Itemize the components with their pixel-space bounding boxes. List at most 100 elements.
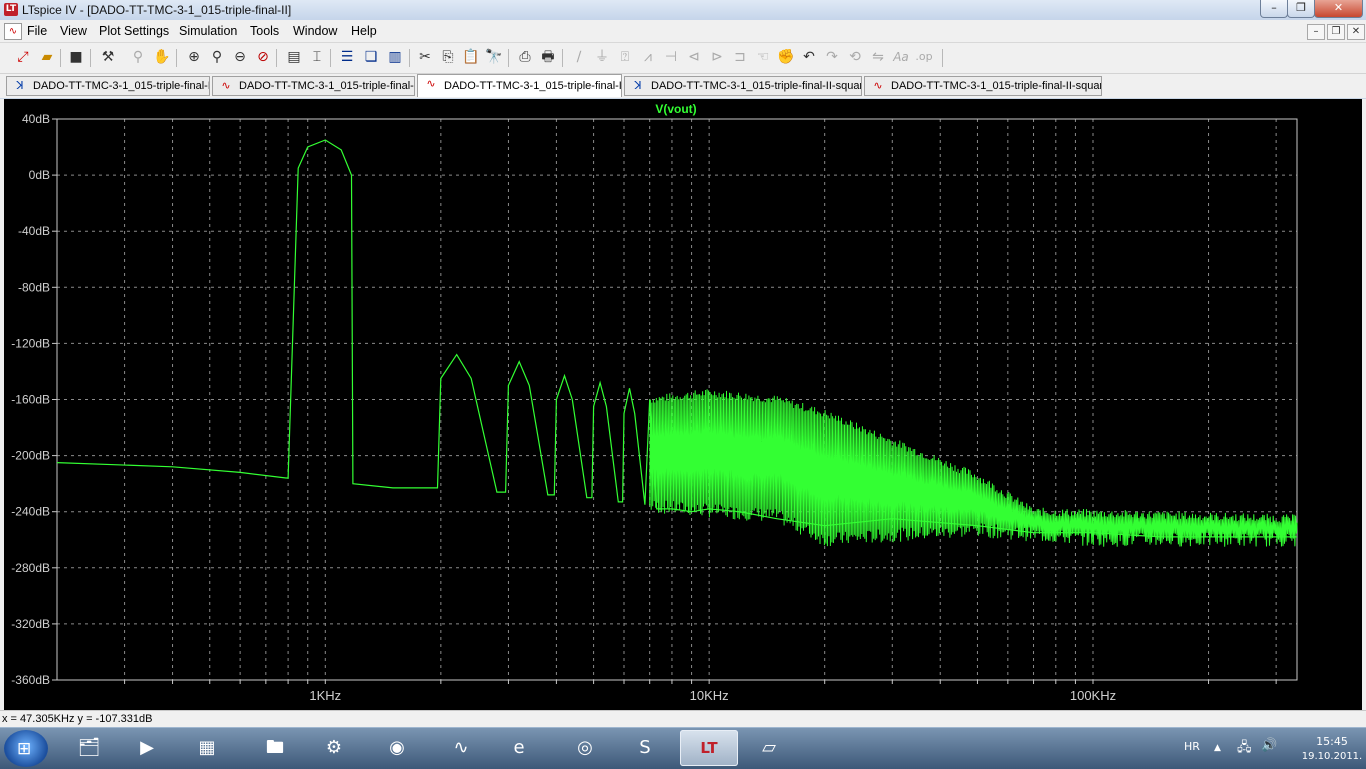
menu-view[interactable]: View bbox=[60, 24, 87, 38]
antivirus-icon[interactable]: ◉ bbox=[368, 730, 426, 766]
tab-schematic-1[interactable]: ꓘ DADO-TT-TMC-3-1_015-triple-final-II bbox=[6, 76, 210, 96]
oscilloscope-icon[interactable]: ∿ bbox=[432, 730, 490, 766]
redo-icon[interactable]: ↷ bbox=[822, 47, 842, 67]
autorange-icon[interactable]: ▤ bbox=[284, 47, 304, 67]
notes-icon[interactable]: ▱ bbox=[740, 730, 798, 766]
print-setup-icon[interactable]: ⎙ bbox=[515, 47, 535, 67]
ground-icon[interactable]: ⏚ bbox=[592, 47, 612, 67]
y-tick-label: -320dB bbox=[11, 617, 50, 631]
zoom-out-icon[interactable]: ⊖ bbox=[230, 47, 250, 67]
menu-file[interactable]: File bbox=[27, 24, 47, 38]
y-tick-label: -40dB bbox=[18, 224, 50, 238]
menu-plot-settings[interactable]: Plot Settings bbox=[99, 24, 169, 38]
mdi-restore-button[interactable]: ❐ bbox=[1327, 24, 1345, 40]
print-icon[interactable]: 🖶 bbox=[538, 47, 558, 67]
trace-harmonics[interactable] bbox=[649, 389, 1298, 547]
explorer-icon[interactable]: 🗂 bbox=[60, 730, 118, 766]
undo-icon[interactable]: ↶ bbox=[799, 47, 819, 67]
waveform-plot[interactable]: 40dB 0dB -40dB -80dB -120dB -160dB -200dB -240d… bbox=[0, 99, 1366, 710]
menu-window[interactable]: Window bbox=[293, 24, 337, 38]
network-icon[interactable]: 🖧 bbox=[1237, 738, 1252, 760]
drag-icon[interactable]: ✊ bbox=[776, 47, 796, 67]
fit-icon[interactable]: ⌶ bbox=[307, 47, 327, 67]
clock-date[interactable]: 19.10.2011. bbox=[1300, 751, 1364, 762]
probe-icon[interactable]: ⚲ bbox=[128, 47, 148, 67]
x-tick-label: 10KHz bbox=[690, 688, 729, 703]
tab-waveform-2-active[interactable]: ∿ DADO-TT-TMC-3-1_015-triple-final-II bbox=[417, 74, 622, 97]
tool-icon[interactable]: ⚙ bbox=[305, 730, 363, 766]
hand-icon[interactable]: ☜ bbox=[753, 47, 773, 67]
minimize-button[interactable]: – bbox=[1260, 0, 1288, 18]
tab-waveform-1[interactable]: ∿ DADO-TT-TMC-3-1_015-triple-final-II bbox=[212, 76, 415, 96]
capacitor-icon[interactable]: ⊣ bbox=[661, 47, 681, 67]
component-icon[interactable]: ⊐ bbox=[730, 47, 750, 67]
find-icon[interactable]: 🔭 bbox=[484, 47, 504, 67]
x-tick-label: 1KHz bbox=[309, 688, 341, 703]
toolbar-separator bbox=[942, 49, 943, 67]
paste-icon[interactable]: 📋 bbox=[461, 47, 481, 67]
office-icon[interactable]: ▦ bbox=[178, 730, 236, 766]
text-icon[interactable]: Aa bbox=[891, 47, 911, 67]
taskbar: ⊞ 🗂 ▶ ▦ 🖿 ⚙ ◉ ∿ e ◎ S LT ▱ HR ▲ 🖧 🔊 15:45 19.10.201… bbox=[0, 727, 1366, 769]
tab-label: DADO-TT-TMC-3-1_015-triple-final-II bbox=[33, 80, 210, 92]
y-tick-label: 40dB bbox=[22, 112, 50, 126]
ltspice-logo-icon[interactable]: LT bbox=[4, 3, 18, 16]
tile-icon[interactable]: ▥ bbox=[385, 47, 405, 67]
tray-expand-icon[interactable]: ▲ bbox=[1214, 743, 1221, 753]
tab-waveform-square[interactable]: ∿ DADO-TT-TMC-3-1_015-triple-final-II-sq… bbox=[864, 76, 1102, 96]
diode-icon[interactable]: ⊲ bbox=[684, 47, 704, 67]
menu-help[interactable]: Help bbox=[351, 24, 377, 38]
tab-schematic-square[interactable]: ꓘ DADO-TT-TMC-3-1_015-triple-final-II-sq… bbox=[624, 76, 862, 96]
y-tick-label: -120dB bbox=[11, 336, 50, 350]
mdi-minimize-button[interactable]: – bbox=[1307, 24, 1325, 40]
mirror-icon[interactable]: ⇋ bbox=[868, 47, 888, 67]
rotate-icon[interactable]: ⟲ bbox=[845, 47, 865, 67]
spice-directive-icon[interactable]: .op bbox=[914, 47, 934, 67]
plot-icon[interactable]: ⤢ bbox=[13, 47, 33, 67]
zoom-cancel-icon[interactable]: ⊘ bbox=[253, 47, 273, 67]
pan-icon[interactable]: ✋ bbox=[152, 47, 172, 67]
toolbar-separator bbox=[90, 49, 91, 67]
x-tick-label: 100KHz bbox=[1070, 688, 1116, 703]
toolbar-separator bbox=[276, 49, 277, 67]
y-tick-label: -80dB bbox=[18, 280, 50, 294]
language-indicator[interactable]: HR bbox=[1184, 740, 1200, 753]
zoom-in-icon[interactable]: ⊕ bbox=[184, 47, 204, 67]
menu-tools[interactable]: Tools bbox=[250, 24, 279, 38]
waveform-icon: ∿ bbox=[221, 80, 231, 92]
maximize-button[interactable]: ❐ bbox=[1287, 0, 1315, 18]
status-bar: x = 47.305KHz y = -107.331dB bbox=[0, 710, 1366, 728]
mdi-close-button[interactable]: ✕ bbox=[1347, 24, 1365, 40]
cut-icon[interactable]: ✂ bbox=[415, 47, 435, 67]
wire-icon[interactable]: ∕ bbox=[569, 47, 589, 67]
folder-icon[interactable]: 🖿 bbox=[246, 730, 304, 766]
toolbar-separator bbox=[409, 49, 410, 67]
menu-simulation[interactable]: Simulation bbox=[179, 24, 237, 38]
internet-explorer-icon[interactable]: e bbox=[490, 730, 548, 766]
trace-vout[interactable] bbox=[56, 139, 1298, 547]
tile-horizontal-icon[interactable]: ☰ bbox=[337, 47, 357, 67]
close-button[interactable]: ✕ bbox=[1314, 0, 1363, 18]
title-bar: LT LTspice IV - [DADO-TT-TMC-3-1_015-tri… bbox=[0, 0, 1366, 21]
copy-icon[interactable]: ⎘ bbox=[438, 47, 458, 67]
media-player-icon[interactable]: ▶ bbox=[118, 730, 176, 766]
zoom-icon[interactable]: ⚲ bbox=[207, 47, 227, 67]
clock-time[interactable]: 15:45 bbox=[1302, 735, 1362, 748]
component-icon[interactable]: ⊳ bbox=[707, 47, 727, 67]
toolbar: ⤢ ▰ ■ ⚒ ⚲ ✋ ⊕ ⚲ ⊖ ⊘ ▤ ⌶ ☰ ❏ ▥ ✂ ⎘ 📋 🔭 ⎙ … bbox=[0, 43, 1366, 74]
chrome-icon[interactable]: ◎ bbox=[556, 730, 614, 766]
resistor-icon[interactable]: ⩘ bbox=[638, 47, 658, 67]
save-icon[interactable]: ■ bbox=[66, 47, 86, 67]
ltspice-icon[interactable]: LT bbox=[680, 730, 738, 766]
trace-title[interactable]: V(vout) bbox=[655, 102, 696, 116]
label-icon[interactable]: ⍰ bbox=[615, 47, 635, 67]
cascade-icon[interactable]: ❏ bbox=[361, 47, 381, 67]
document-waveform-icon[interactable]: ∿ bbox=[4, 23, 22, 40]
waveform-icon: ∿ bbox=[426, 78, 436, 90]
y-tick-label: -280dB bbox=[11, 561, 50, 575]
start-button[interactable]: ⊞ bbox=[4, 730, 48, 767]
open-icon[interactable]: ▰ bbox=[37, 47, 57, 67]
hammer-icon[interactable]: ⚒ bbox=[98, 47, 118, 67]
volume-icon[interactable]: 🔊 bbox=[1261, 738, 1277, 753]
skype-icon[interactable]: S bbox=[616, 730, 674, 766]
